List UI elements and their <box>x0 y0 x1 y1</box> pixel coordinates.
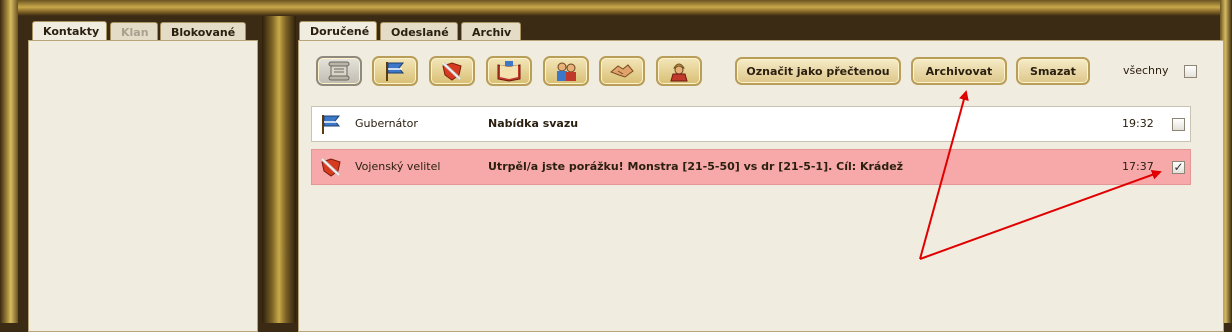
contacts-panel <box>28 40 258 332</box>
merchants-icon <box>557 62 576 81</box>
sword-shield-icon <box>320 157 341 177</box>
archive-button[interactable]: Archivovat <box>911 57 1007 85</box>
scroll-icon-button[interactable] <box>316 56 362 86</box>
message-time: 19:32 <box>1122 117 1154 130</box>
book-icon-button[interactable] <box>486 56 532 86</box>
message-checkbox-checked[interactable]: ✓ <box>1172 161 1185 174</box>
handshake-icon <box>610 64 634 78</box>
message-sender: Gubernátor <box>355 117 418 130</box>
scroll-icon <box>328 61 350 81</box>
book-icon <box>497 61 521 82</box>
message-subject[interactable]: Nabídka svazu <box>488 107 578 141</box>
flag-icon-button[interactable] <box>372 56 418 86</box>
select-all-checkbox[interactable] <box>1184 65 1197 78</box>
tab-archiv[interactable]: Archiv <box>461 22 521 42</box>
military-icon-button[interactable] <box>429 56 475 86</box>
select-all-label: všechny <box>1123 64 1169 77</box>
message-subject[interactable]: Utrpěl/a jste porážku! Monstra [21-5-50]… <box>488 150 903 184</box>
window-frame-divider <box>262 16 296 323</box>
message-sender: Vojenský velitel <box>355 160 441 173</box>
message-time: 17:37 <box>1122 160 1154 173</box>
sword-shield-icon <box>441 61 462 81</box>
soldier-icon-button[interactable] <box>656 56 702 86</box>
delete-button[interactable]: Smazat <box>1016 57 1090 85</box>
message-row[interactable]: Vojenský velitel Utrpěl/a jste porážku! … <box>311 149 1191 185</box>
handshake-icon-button[interactable] <box>599 56 645 86</box>
soldier-icon <box>670 63 688 82</box>
window-frame-top <box>0 0 1232 16</box>
window-frame-left <box>0 0 18 323</box>
blue-flag-icon <box>322 115 341 134</box>
tab-odeslane[interactable]: Odeslané <box>380 22 458 42</box>
message-checkbox[interactable] <box>1172 118 1185 131</box>
tab-blokovane[interactable]: Blokované <box>160 22 246 42</box>
mark-as-read-button[interactable]: Označit jako přečtenou <box>735 57 901 85</box>
merchants-icon-button[interactable] <box>543 56 589 86</box>
blue-flag-icon <box>386 62 405 81</box>
message-row[interactable]: Gubernátor Nabídka svazu 19:32 <box>311 106 1191 142</box>
tab-klan: Klan <box>110 22 158 42</box>
